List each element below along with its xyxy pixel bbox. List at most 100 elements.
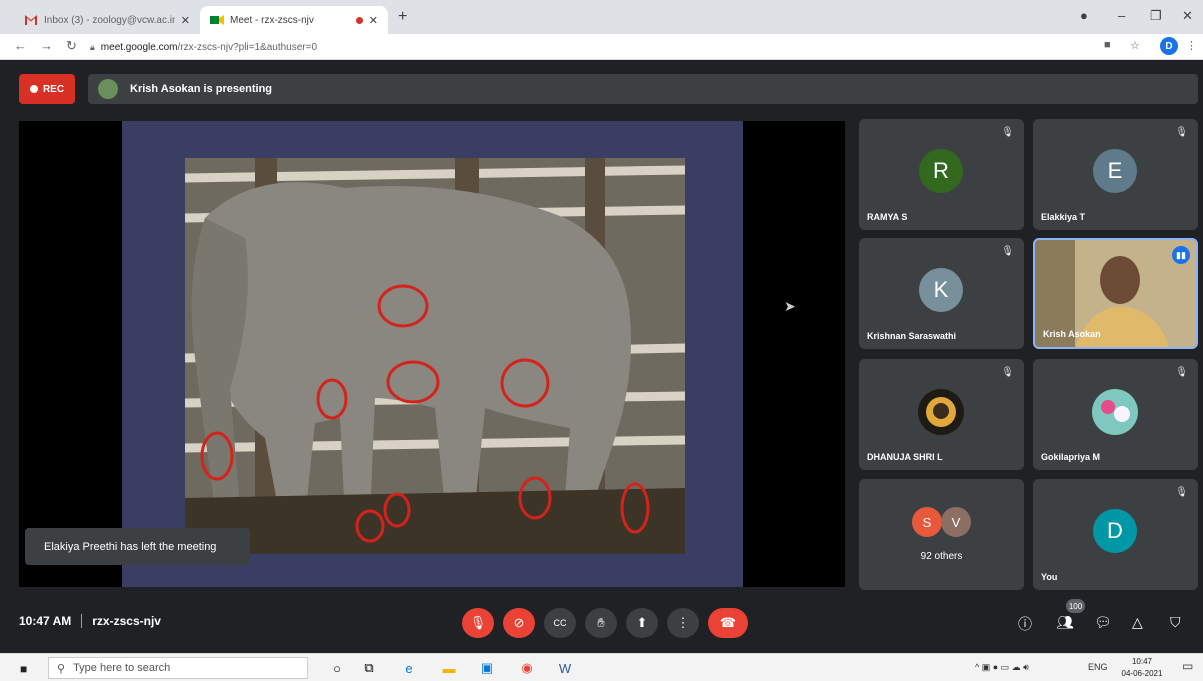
participant-name: RAMYA S — [867, 212, 908, 222]
menu-icon[interactable]: ⋮ — [1186, 39, 1197, 52]
leave-call-button[interactable]: ☎︎ — [708, 608, 748, 638]
reload-button[interactable]: ↻ — [66, 38, 77, 54]
record-dot-icon — [29, 85, 38, 93]
avatar: E — [1093, 149, 1137, 193]
clock-date: 04-06-2021 — [1121, 669, 1163, 678]
chrome-icon[interactable]: ◉ — [518, 659, 536, 677]
meeting-code: rzx-zscs-njv — [92, 614, 161, 628]
mic-toggle-button[interactable]: 🎙︎ — [462, 608, 494, 638]
meeting-details-button[interactable]: ⓘ — [1018, 614, 1032, 634]
avatar: V — [941, 507, 971, 537]
tab-gmail[interactable]: Inbox (3) - zoology@vcw.ac.in - V ✕ — [14, 6, 200, 34]
host-controls-button[interactable]: ⛉ — [1170, 614, 1181, 631]
clock-time: 10:47 — [1131, 657, 1153, 666]
present-button[interactable]: ⬆ — [626, 608, 658, 638]
mic-off-icon: 🎙︎ — [1175, 487, 1188, 498]
browser-tab-strip: Inbox (3) - zoology@vcw.ac.in - V ✕ Meet… — [0, 0, 1203, 34]
mouse-cursor-icon: ➤ — [784, 298, 796, 314]
task-view-icon[interactable]: ⧉ — [360, 659, 378, 677]
store-icon[interactable]: ▣ — [478, 659, 496, 677]
new-tab-button[interactable]: + — [398, 8, 407, 26]
participant-name: Elakkiya T — [1041, 212, 1086, 222]
participant-tile[interactable]: 🎙︎ K Krishnan Saraswathi — [859, 238, 1024, 349]
meeting-time: 10:47 AM — [19, 614, 72, 628]
bookmark-star-icon[interactable]: ☆ — [1130, 39, 1140, 52]
divider — [81, 614, 83, 628]
presenting-banner: Krish Asokan is presenting — [88, 74, 1198, 104]
more-vert-icon: ⋮ — [676, 615, 690, 630]
mic-off-icon: 🎙︎ — [1001, 367, 1014, 378]
tray-icons[interactable]: ^ ▣ ● ▭ ☁ 🔊︎ — [975, 662, 1029, 673]
camera-toggle-button[interactable]: ⊘ — [503, 608, 535, 638]
participant-name: Krish Asokan — [1043, 329, 1101, 339]
gmail-icon — [25, 15, 37, 25]
tab-title: Meet - rzx-zscs-njv — [230, 14, 314, 26]
language-indicator[interactable]: ENG — [1088, 662, 1108, 672]
profile-avatar[interactable]: D — [1160, 37, 1178, 55]
search-icon: ⚲ — [57, 662, 66, 675]
taskbar-clock[interactable]: 10:47 04-06-2021 — [1117, 656, 1167, 680]
media-icon[interactable]: ● — [1080, 8, 1088, 23]
lock-icon: 🔒︎ — [90, 41, 95, 52]
recording-badge: REC — [19, 74, 75, 104]
search-placeholder: Type here to search — [73, 662, 171, 674]
participant-name: DHANUJA SHRI L — [867, 452, 943, 462]
avatar — [1092, 389, 1138, 435]
minimize-button[interactable]: – — [1118, 8, 1125, 23]
participant-name: Krishnan Saraswathi — [867, 331, 957, 341]
meeting-info: 10:47 AM rzx-zscs-njv — [19, 614, 161, 628]
others-count: 92 others — [920, 551, 963, 562]
raise-hand-button[interactable]: ✋︎ — [585, 608, 617, 638]
more-options-button[interactable]: ⋮ — [667, 608, 699, 638]
back-button[interactable]: ← — [14, 38, 27, 53]
participant-name: You — [1041, 572, 1058, 582]
presenting-text: Krish Asokan is presenting — [130, 83, 273, 95]
presenter-avatar — [98, 79, 118, 99]
participant-tile[interactable]: 🎙︎ E Elakkiya T — [1033, 119, 1198, 230]
meet-icon — [210, 15, 224, 25]
participant-tile[interactable]: 🎙︎ R RAMYA S — [859, 119, 1024, 230]
avatar: S — [912, 507, 942, 537]
cortana-icon[interactable]: ○ — [328, 659, 346, 677]
activities-button[interactable]: △ — [1132, 614, 1143, 631]
mic-off-icon: 🎙︎ — [469, 615, 487, 630]
tab-meet[interactable]: Meet - rzx-zscs-njv ✕ — [200, 6, 388, 34]
close-window-button[interactable]: ✕ — [1182, 8, 1193, 24]
camera-off-icon: ⊘ — [513, 615, 525, 630]
taskbar-search[interactable]: ⚲ Type here to search — [48, 657, 308, 679]
recording-indicator-icon — [355, 16, 363, 24]
hang-up-icon: ☎︎ — [719, 615, 737, 630]
self-tile[interactable]: 🎙︎ D You — [1033, 479, 1198, 590]
participant-tile[interactable]: 🎙︎ DHANUJA SHRI L — [859, 359, 1024, 470]
mic-off-icon: 🎙︎ — [1001, 246, 1014, 257]
file-explorer-icon[interactable]: ▬ — [440, 659, 458, 677]
speaking-indicator-icon: ▮▮ — [1172, 246, 1190, 264]
mic-off-icon: 🎙︎ — [1175, 367, 1188, 378]
people-button[interactable]: 👥︎ — [1056, 614, 1074, 631]
others-tile[interactable]: S V 92 others — [859, 479, 1024, 590]
browser-toolbar: ← → ↻ 🔒︎ meet.google.com /rzx-zscs-njv?p… — [0, 34, 1203, 60]
avatar — [918, 389, 964, 435]
participant-tile-speaking[interactable]: ▮▮ Krish Asokan — [1033, 238, 1198, 349]
participant-tile[interactable]: 🎙︎ Gokilapriya M — [1033, 359, 1198, 470]
elephant-photo — [185, 158, 685, 554]
chat-button[interactable]: 💬︎ — [1094, 614, 1112, 631]
present-screen-icon: ⬆ — [636, 615, 648, 630]
word-icon[interactable]: W — [556, 659, 574, 677]
windows-start-icon[interactable]: ■ — [20, 662, 27, 676]
hand-icon: ✋︎ — [597, 615, 605, 630]
people-count-badge: 100 — [1066, 599, 1085, 613]
notifications-icon[interactable]: ▭ — [1182, 659, 1193, 673]
windows-taskbar: ■ ⚲ Type here to search ○ ⧉ e ▬ ▣ ◉ W ^ … — [0, 653, 1203, 681]
close-tab-icon[interactable]: ✕ — [369, 14, 378, 27]
camera-icon[interactable]: ■ — [1104, 39, 1111, 51]
restore-button[interactable]: ❐ — [1150, 8, 1162, 24]
forward-button[interactable]: → — [40, 38, 53, 53]
edge-icon[interactable]: e — [400, 659, 418, 677]
tab-title: Inbox (3) - zoology@vcw.ac.in - V — [44, 14, 175, 26]
close-tab-icon[interactable]: ✕ — [181, 14, 190, 27]
address-bar[interactable]: 🔒︎ meet.google.com /rzx-zscs-njv?pli=1&a… — [90, 37, 1090, 57]
url-path: /rzx-zscs-njv?pli=1&authuser=0 — [177, 41, 318, 53]
avatar: R — [919, 149, 963, 193]
captions-button[interactable]: CC — [544, 608, 576, 638]
